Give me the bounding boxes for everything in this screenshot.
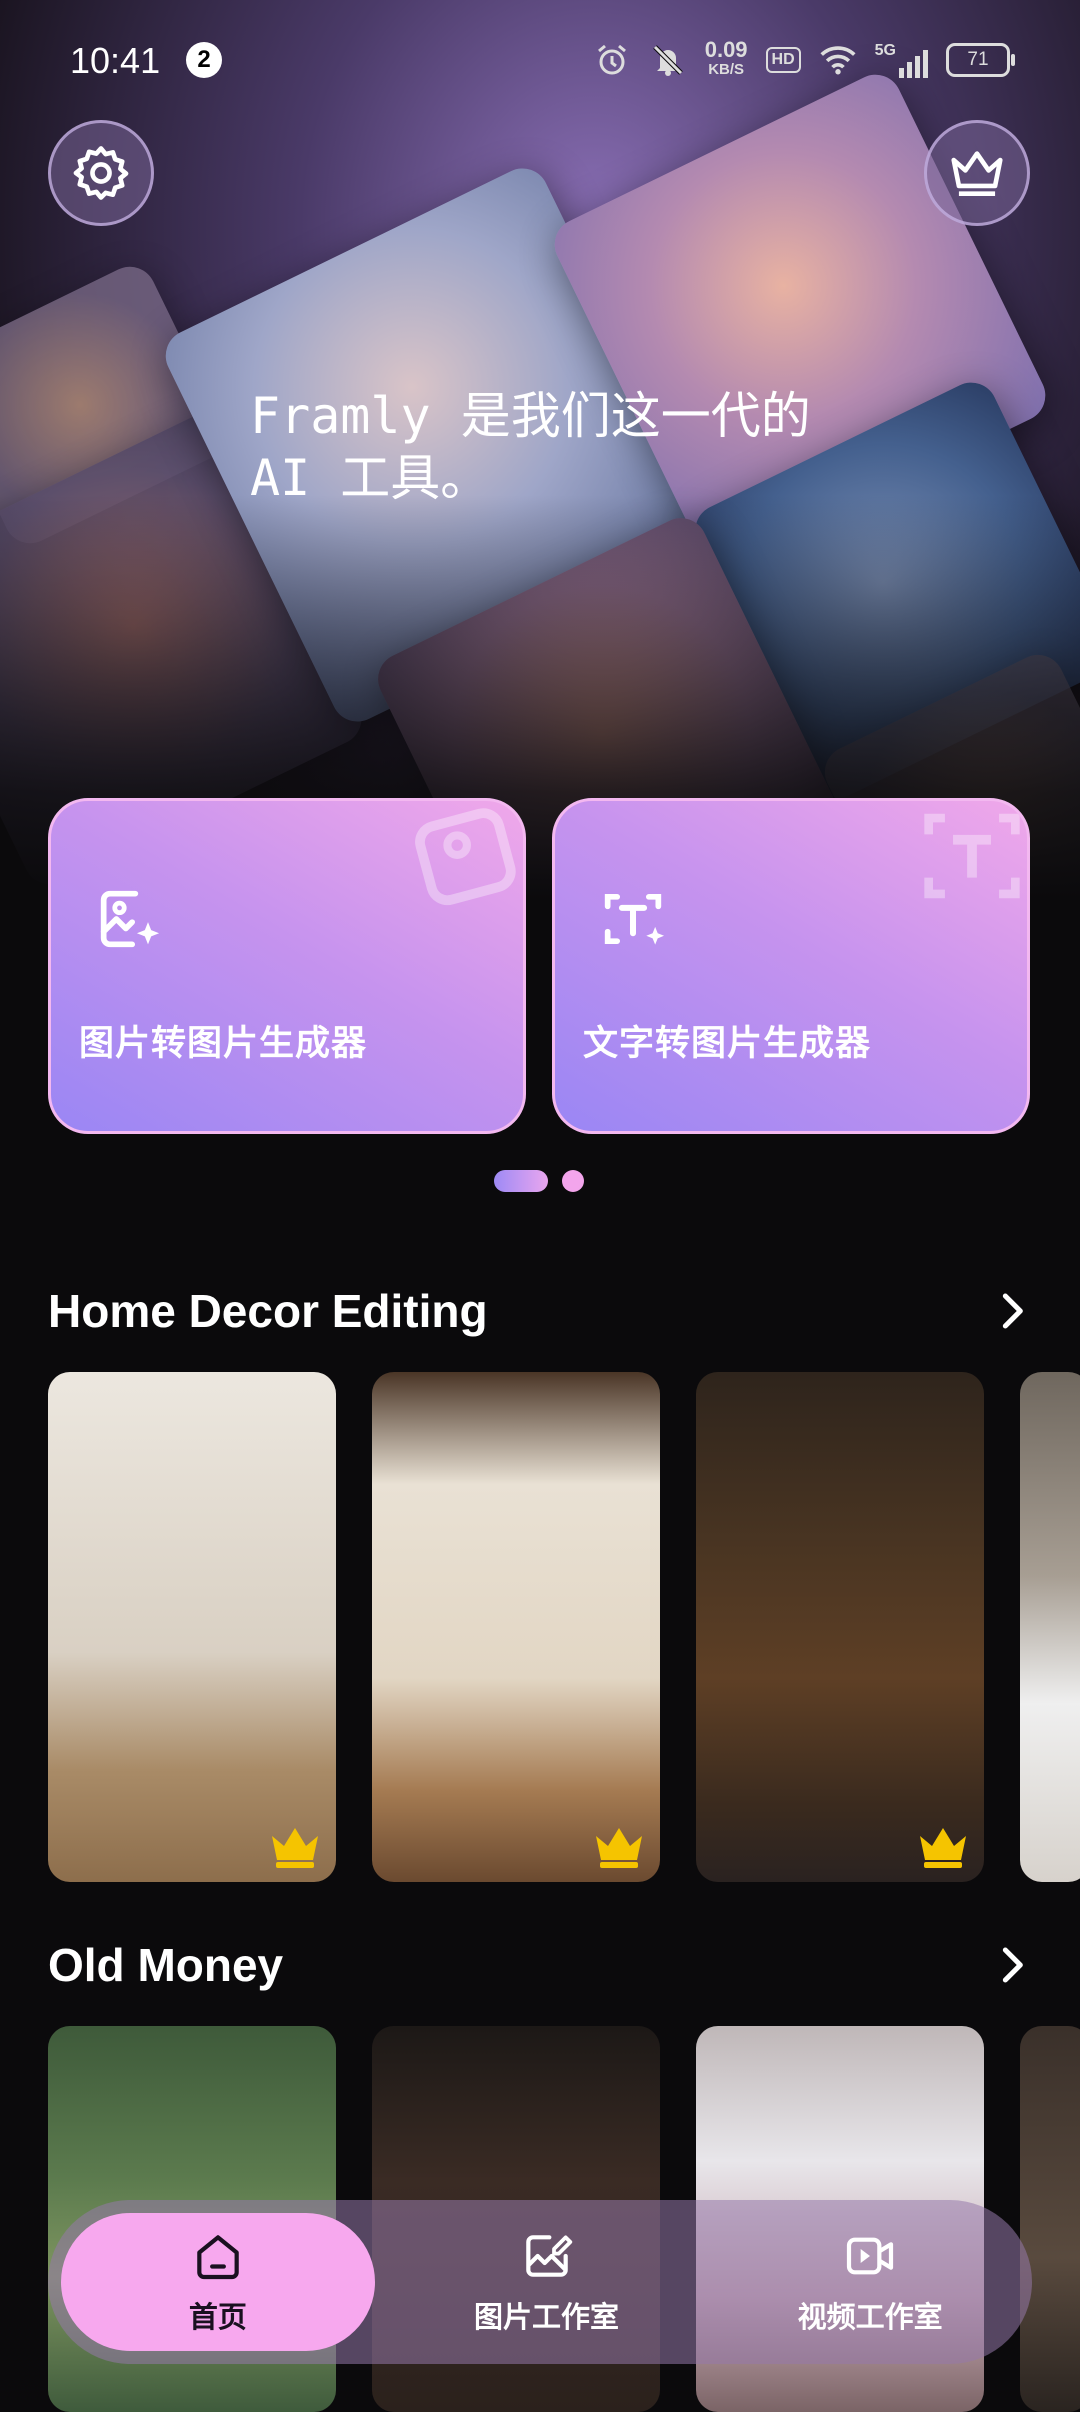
nav-image-studio-label: 图片工作室 bbox=[474, 2302, 620, 2334]
image-sparkle-icon bbox=[100, 890, 160, 948]
chevron-right-icon[interactable] bbox=[992, 1945, 1032, 1985]
text-scan-icon bbox=[604, 893, 665, 945]
status-time: 10:41 bbox=[70, 40, 161, 81]
chevron-right-icon[interactable] bbox=[992, 1291, 1032, 1331]
carousel-dot[interactable] bbox=[562, 1170, 584, 1192]
bell-off-icon bbox=[649, 41, 687, 79]
carousel-dot-active[interactable] bbox=[494, 1170, 548, 1192]
notification-count-badge: 2 bbox=[186, 42, 222, 78]
settings-button[interactable] bbox=[48, 120, 154, 226]
nav-video-studio[interactable]: 视频工作室 bbox=[708, 2200, 1032, 2364]
video-edit-icon bbox=[847, 2237, 894, 2275]
premium-button[interactable] bbox=[924, 120, 1030, 226]
nav-image-studio[interactable]: 图片工作室 bbox=[385, 2200, 709, 2364]
image-edit-icon bbox=[525, 2235, 572, 2277]
crown-icon bbox=[272, 1828, 318, 1868]
template-card[interactable] bbox=[696, 1372, 984, 1882]
hero-banner: Framly 是我们这一代的 AI 工具。 bbox=[0, 0, 1080, 900]
home-icon bbox=[197, 2235, 239, 2280]
cell-signal-icon: 5G bbox=[875, 42, 928, 78]
carousel-indicator bbox=[494, 1170, 584, 1192]
nav-home-label: 首页 bbox=[188, 2302, 247, 2334]
gear-icon bbox=[73, 146, 129, 200]
network-speed-unit: KB/S bbox=[708, 61, 745, 78]
alarm-icon bbox=[593, 41, 631, 79]
crown-icon bbox=[951, 151, 1003, 196]
section-title: Home Decor Editing bbox=[48, 1285, 488, 1337]
bottom-navigation: 首页 图片工作室 视频工作室 bbox=[48, 2200, 1032, 2364]
network-speed: 0.09 KB/S bbox=[704, 37, 748, 80]
text-to-image-label: 文字转图片生成器 bbox=[583, 1024, 872, 1063]
status-icons: 0.09 KB/S HD 5G 71 bbox=[593, 36, 1015, 84]
nav-home[interactable]: 首页 bbox=[61, 2213, 375, 2351]
template-card[interactable] bbox=[372, 1372, 660, 1882]
template-card[interactable] bbox=[48, 1372, 336, 1882]
section-header-home-decor[interactable]: Home Decor Editing bbox=[48, 1276, 1032, 1346]
hero-tagline: Framly 是我们这一代的 AI 工具。 bbox=[250, 387, 811, 507]
network-type: 5G bbox=[874, 42, 896, 59]
wifi-icon bbox=[819, 41, 857, 79]
home-decor-list bbox=[48, 1372, 1080, 1882]
network-speed-value: 0.09 bbox=[704, 37, 748, 62]
template-card[interactable] bbox=[1020, 1372, 1080, 1882]
crown-icon bbox=[596, 1828, 642, 1868]
text-to-image-card[interactable]: 文字转图片生成器 bbox=[552, 798, 1030, 1134]
image-to-image-label: 图片转图片生成器 bbox=[79, 1024, 368, 1063]
text-decoration-icon bbox=[924, 813, 1020, 899]
battery-indicator: 71 bbox=[946, 43, 1015, 77]
section-title: Old Money bbox=[48, 1939, 284, 1991]
crown-icon bbox=[920, 1828, 966, 1868]
status-bar: 10:41 2 0.09 KB/S HD 5G 71 bbox=[0, 0, 1080, 120]
hd-badge: HD bbox=[765, 47, 801, 73]
nav-video-studio-label: 视频工作室 bbox=[797, 2302, 943, 2334]
section-header-old-money[interactable]: Old Money bbox=[48, 1930, 1032, 2000]
image-to-image-card[interactable]: 图片转图片生成器 bbox=[48, 798, 526, 1134]
image-decoration-icon bbox=[415, 808, 516, 906]
